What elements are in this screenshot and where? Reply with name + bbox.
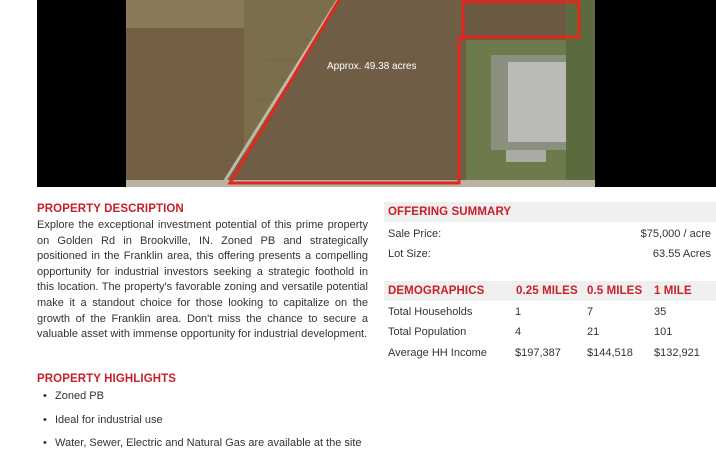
table-cell: 35 bbox=[654, 306, 667, 318]
table-cell: 101 bbox=[654, 326, 673, 338]
offering-summary-title: OFFERING SUMMARY bbox=[388, 206, 512, 218]
lot-size-label: Lot Size: bbox=[388, 248, 431, 260]
table-cell: 21 bbox=[587, 326, 600, 338]
table-cell: $132,921 bbox=[654, 347, 700, 359]
table-cell: $144,518 bbox=[587, 347, 633, 359]
highlight-item: Water, Sewer, Electric and Natural Gas a… bbox=[37, 436, 377, 460]
offering-summary-header: OFFERING SUMMARY bbox=[384, 202, 716, 222]
table-cell: 1 bbox=[515, 306, 522, 318]
table-row: Total Households 1 7 35 bbox=[388, 306, 711, 320]
lot-size-value: 63.55 Acres bbox=[652, 248, 711, 260]
aerial-site-photo: Approx. 49.38 acres bbox=[126, 0, 595, 187]
acreage-label: Approx. 49.38 acres bbox=[327, 61, 417, 72]
table-row: Average HH Income $197,387 $144,518 $132… bbox=[388, 347, 711, 361]
property-highlights-title: PROPERTY HIGHLIGHTS bbox=[37, 373, 177, 385]
sale-price-label: Sale Price: bbox=[388, 228, 442, 240]
sale-price-row: Sale Price: $75,000 / acre bbox=[388, 228, 711, 240]
property-description-title: PROPERTY DESCRIPTION bbox=[37, 203, 184, 215]
table-cell: 4 bbox=[515, 326, 522, 338]
highlight-item: Zoned PB bbox=[37, 389, 377, 413]
table-row: Total Population 4 21 101 bbox=[388, 326, 711, 340]
property-description-body: Explore the exceptional investment poten… bbox=[37, 219, 368, 341]
table-cell: 7 bbox=[587, 306, 594, 318]
row-label: Average HH Income bbox=[388, 347, 487, 359]
demographics-col-header: 1 MILE bbox=[654, 285, 692, 297]
demographics-header: DEMOGRAPHICS 0.25 MILES 0.5 MILES 1 MILE bbox=[384, 281, 716, 301]
highlight-item: Ideal for industrial use bbox=[37, 413, 377, 437]
table-cell: $197,387 bbox=[515, 347, 561, 359]
demographics-title: DEMOGRAPHICS bbox=[388, 285, 485, 297]
lot-size-row: Lot Size: 63.55 Acres bbox=[388, 248, 711, 260]
demographics-col-header: 0.25 MILES bbox=[516, 285, 578, 297]
demographics-col-header: 0.5 MILES bbox=[587, 285, 643, 297]
row-label: Total Households bbox=[388, 306, 473, 318]
row-label: Total Population bbox=[388, 326, 467, 338]
highlights-list: Zoned PB Ideal for industrial use Water,… bbox=[37, 389, 377, 460]
sale-price-value: $75,000 / acre bbox=[640, 228, 711, 240]
